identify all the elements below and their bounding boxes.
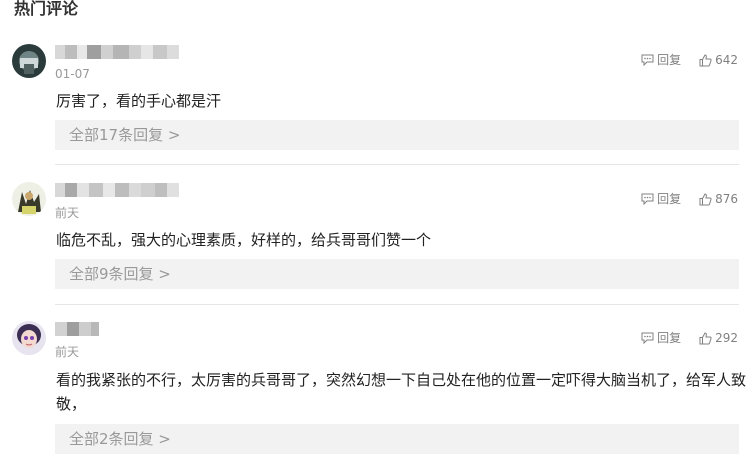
reply-button[interactable]: 回复 <box>641 331 681 345</box>
reply-button[interactable]: 回复 <box>641 192 681 206</box>
username-blurred[interactable] <box>55 321 99 337</box>
like-button[interactable]: 876 <box>699 192 738 206</box>
reply-icon <box>641 193 654 205</box>
thumbs-up-icon <box>699 331 712 344</box>
thumbs-up-icon <box>699 192 712 205</box>
like-button[interactable]: 292 <box>699 331 738 345</box>
comment-time: 01-07 <box>55 67 90 81</box>
view-all-replies-button[interactable]: 全部9条回复 > <box>55 259 739 289</box>
hot-comments-page: 热门评论 01-07 回复 642 厉害了，看的手心都是汗 全部17条回复 > … <box>0 0 756 458</box>
username-blurred[interactable] <box>55 44 179 60</box>
reply-icon <box>641 54 654 66</box>
comment-time: 前天 <box>55 206 80 220</box>
avatar[interactable] <box>12 44 46 78</box>
reply-label: 回复 <box>657 331 682 345</box>
view-all-replies-button[interactable]: 全部2条回复 > <box>55 424 739 454</box>
like-count: 876 <box>715 192 738 206</box>
comment-text: 看的我紧张的不行，太厉害的兵哥哥了，突然幻想一下自己处在他的位置一定吓得大脑当机… <box>56 371 747 413</box>
reply-icon <box>641 332 654 344</box>
reply-button[interactable]: 回复 <box>641 53 681 67</box>
like-button[interactable]: 642 <box>699 53 738 67</box>
username-blurred[interactable] <box>55 182 179 198</box>
reply-label: 回复 <box>657 53 682 67</box>
avatar[interactable] <box>12 182 46 216</box>
divider <box>55 164 739 165</box>
comment-actions: 回复 876 <box>641 192 738 206</box>
comment-text: 临危不乱，强大的心理素质，好样的，给兵哥哥们赞一个 <box>56 231 432 249</box>
comment-actions: 回复 292 <box>641 331 738 345</box>
thumbs-up-icon <box>699 53 712 66</box>
comment-time: 前天 <box>55 345 80 359</box>
divider <box>55 304 739 305</box>
reply-label: 回复 <box>657 192 682 206</box>
like-count: 292 <box>715 331 738 345</box>
comment-text: 厉害了，看的手心都是汗 <box>56 92 222 110</box>
comment-actions: 回复 642 <box>641 53 738 67</box>
section-title: 热门评论 <box>14 0 79 18</box>
avatar[interactable] <box>12 321 46 355</box>
view-all-replies-button[interactable]: 全部17条回复 > <box>55 120 739 150</box>
like-count: 642 <box>715 53 738 67</box>
